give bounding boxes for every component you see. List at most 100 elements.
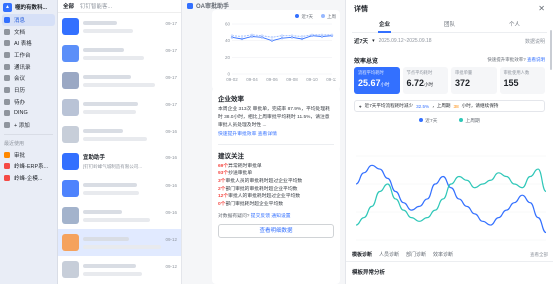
view-details-button[interactable]: 查看明细数据 [218, 224, 334, 239]
divider [218, 143, 334, 145]
chat-item-body: 09-17 [83, 102, 177, 114]
nav-item-label: + 添加 [14, 123, 30, 130]
chat-item[interactable]: 宜助助手 09-16 [钉钉岭峰气城制造有限公司... [58, 148, 181, 175]
recent-app-label: 审批 [14, 152, 26, 159]
data-point [290, 34, 294, 37]
avatar [62, 99, 79, 116]
blurred-preview [83, 55, 144, 60]
suggestion-item[interactable]: 2个部门审批的审批耗时超企业平均数 [218, 186, 334, 194]
legend-label: 上周 [327, 14, 336, 19]
chat-item-body: 09-17 [83, 48, 177, 60]
tab-efficiency-diagnosis[interactable]: 效率诊断 [433, 251, 453, 258]
legend-swatch [321, 14, 325, 18]
legend-item: 上周期 [459, 117, 480, 124]
nav-icon [4, 110, 10, 117]
chat-item[interactable]: 09-17 [58, 67, 181, 94]
nav-item[interactable]: 日历 [0, 84, 57, 96]
metric-card[interactable]: 节点平均耗时 6.72小时 [402, 67, 448, 94]
chat-item[interactable]: 09-17 [58, 13, 181, 40]
submit-feedback-link[interactable]: 提交反馈 [251, 214, 270, 219]
chevron-down-icon[interactable]: ▾ [372, 38, 375, 44]
chat-item-time: 09-16 [165, 182, 177, 188]
suggestion-item[interactable]: 3个审批人员的审批耗时超过企业平均数 [218, 178, 334, 186]
detail-link[interactable]: 查看详情 [258, 132, 277, 137]
metric-card[interactable]: 流程平均耗时 25.67小时 [354, 67, 400, 94]
nav-item[interactable]: 待办 [0, 96, 57, 108]
blurred-preview [83, 82, 155, 87]
nav-item[interactable]: 文档 [0, 26, 57, 38]
recent-app-label: 岭峰-ERP系... [14, 164, 49, 171]
tab-team[interactable]: 团队 [417, 17, 482, 33]
feedback-row: 对数据有疑问? 提交反馈 通知设置 [218, 212, 334, 219]
feedback-text: 对数据有疑问? [218, 214, 250, 220]
chat-item[interactable]: 09-12 [58, 229, 181, 256]
tab-personal[interactable]: 个人 [482, 17, 547, 33]
data-point [240, 35, 244, 38]
app-icon [4, 151, 10, 158]
suggestion-item[interactable]: 69个异常耗时审批单 [218, 163, 334, 171]
chat-item[interactable]: 09-16 [58, 175, 181, 202]
tab-smart-assistant[interactable]: 钉钉智能客... [80, 2, 112, 10]
nav-item[interactable]: DING [0, 108, 57, 120]
nav-item[interactable]: 工作台 [0, 49, 57, 61]
range-select[interactable]: 近7天 [354, 37, 368, 45]
quick-help-link[interactable]: 查看说明 [527, 57, 545, 62]
legend-item: 近7天 [419, 117, 437, 124]
nav-item[interactable]: 消息 [2, 14, 55, 26]
metric-card[interactable]: 审批使用人数 155 [499, 67, 545, 94]
suggestion-text: 部门审批耗时超企业平均数 [225, 201, 284, 207]
chat-item[interactable]: 09-17 [58, 40, 181, 67]
nav-item-label: DING [14, 110, 28, 117]
app-icon [4, 175, 10, 182]
nav-item[interactable]: 会议 [0, 72, 57, 84]
metric-value: 25.67 [358, 78, 381, 88]
suggestion-item[interactable]: 0个部门审批耗时超企业平均数 [218, 201, 334, 209]
chat-item-body: 09-16 [83, 210, 177, 222]
blurred-title [83, 264, 136, 268]
chat-item[interactable]: 09-16 [58, 121, 181, 148]
suggestion-item[interactable]: 93个抄送审批单 [218, 170, 334, 178]
tab-all[interactable]: 全部 [63, 2, 74, 10]
view-all-link[interactable]: 查看全部 [530, 252, 548, 258]
y-tick-label: 40 [225, 38, 231, 43]
avatar [62, 234, 79, 251]
recent-app-item[interactable]: 审批 [0, 149, 57, 161]
close-icon[interactable]: ✕ [538, 4, 545, 13]
suggestion-item[interactable]: 12个审批人的审批耗时超过企业平均数 [218, 193, 334, 201]
chat-item[interactable]: 09-16 [58, 202, 181, 229]
tab-template-diagnosis[interactable]: 模板诊断 [352, 251, 372, 258]
nav-item-label: 会议 [14, 76, 26, 83]
nav-icon [4, 98, 10, 105]
blurred-title [83, 183, 137, 187]
scrollbar[interactable] [550, 30, 552, 70]
chat-item-preview [83, 28, 177, 33]
legend-label: 近7天 [425, 119, 438, 124]
metric-card[interactable]: 审批单量 372 [451, 67, 497, 94]
data-spec-link[interactable]: 数据说明 [525, 38, 545, 45]
recent-app-item[interactable]: 岭峰-企模... [0, 172, 57, 184]
blurred-preview [83, 190, 139, 195]
detail-panel: 详情 ✕ 企业 团队 个人 近7天 ▾ 2025.09.12~2025.09.1… [345, 0, 553, 284]
tab-people-diagnosis[interactable]: 人员诊断 [379, 251, 399, 258]
improve-link[interactable]: 快速提升审批效率 [218, 132, 256, 137]
chat-item-time: 09-17 [165, 74, 177, 80]
chat-item-preview [83, 244, 177, 249]
chat-item-time: 09-17 [165, 20, 177, 26]
chat-item[interactable]: 09-17 [58, 94, 181, 121]
notify-settings-link[interactable]: 通知设置 [271, 214, 290, 219]
nav-item[interactable]: 通讯录 [0, 61, 57, 73]
nav-divider [4, 133, 53, 135]
recent-app-item[interactable]: 岭峰-ERP系... [0, 161, 57, 173]
tab-enterprise[interactable]: 企业 [352, 17, 417, 33]
chat-item[interactable]: 09-12 [58, 256, 181, 283]
data-point [250, 33, 254, 36]
nav-item[interactable]: AI 表格 [0, 37, 57, 49]
nav-icon [4, 51, 10, 58]
org-switcher[interactable]: ▲ 噬的有数科... [0, 0, 57, 14]
overview-header: 效率总览 快速提升审批效率? 查看说明 [346, 53, 553, 67]
data-point [280, 37, 284, 40]
metric-label: 节点平均耗时 [406, 70, 433, 75]
nav-item[interactable]: + 添加 [0, 119, 57, 131]
tab-dept-diagnosis[interactable]: 部门诊断 [406, 251, 426, 258]
chat-item-header: 宜助助手 09-16 [83, 153, 177, 162]
